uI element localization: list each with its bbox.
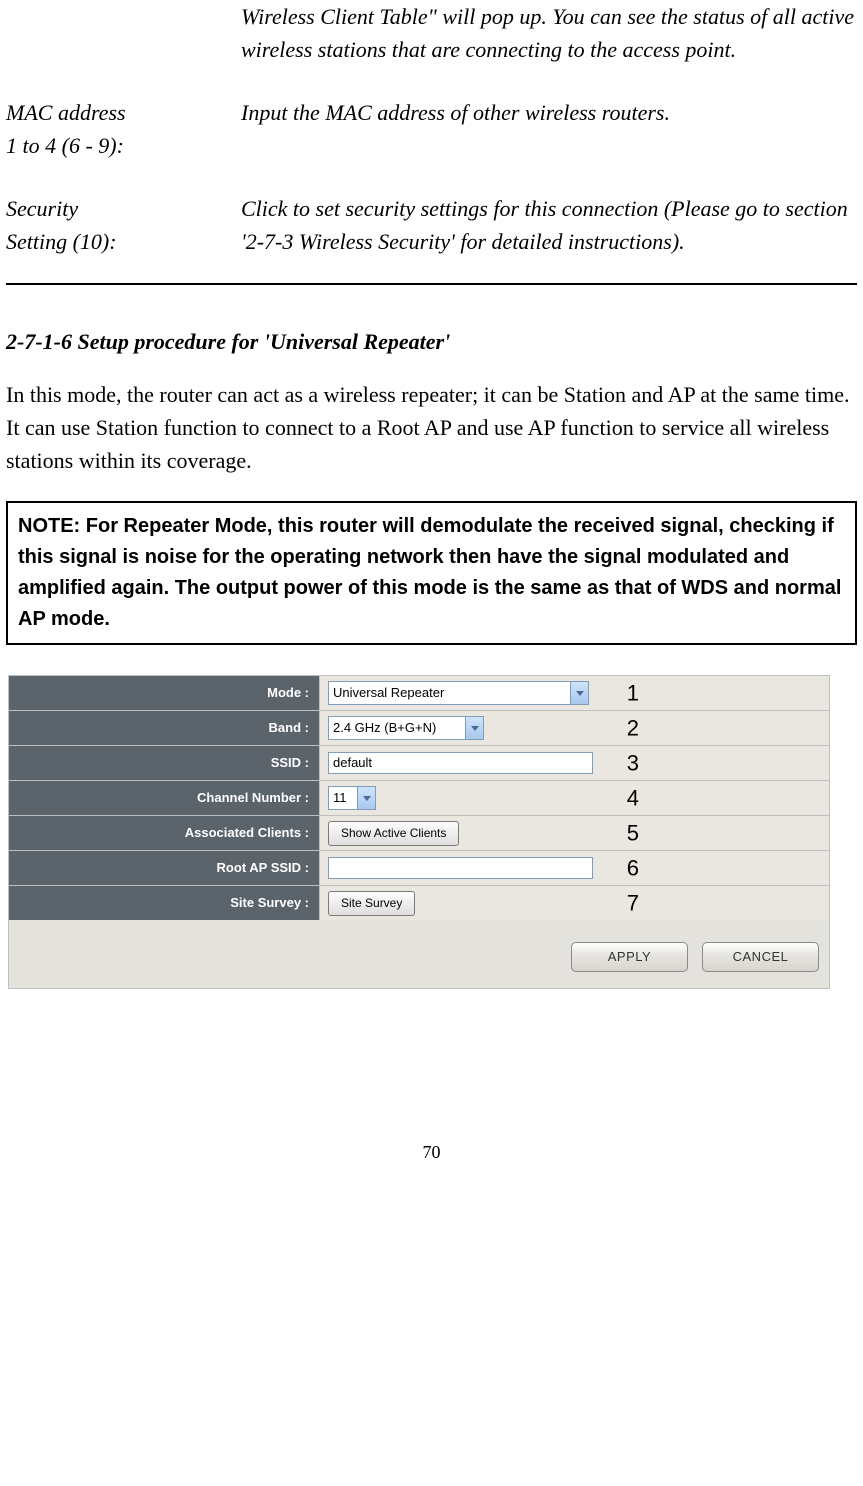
field-associated-clients: Show Active Clients 5 xyxy=(320,816,829,850)
section-divider xyxy=(6,283,857,285)
ssid-input-value: default xyxy=(333,753,372,773)
channel-select-chevron-down-icon[interactable] xyxy=(357,787,375,809)
field-channel: 11 4 xyxy=(320,781,829,815)
callout-7: 7 xyxy=(627,887,639,920)
band-select-chevron-down-icon[interactable] xyxy=(465,717,483,739)
band-select-value: 2.4 GHz (B+G+N) xyxy=(333,718,436,738)
intro-trailing-text: Wireless Client Table" will pop up. You … xyxy=(241,0,857,66)
field-band: 2.4 GHz (B+G+N) 2 xyxy=(320,711,829,745)
site-survey-button[interactable]: Site Survey xyxy=(328,891,415,916)
show-active-clients-label: Show Active Clients xyxy=(341,824,446,842)
apply-button[interactable]: APPLY xyxy=(571,942,688,972)
row-root-ap-ssid: Root AP SSID : 6 xyxy=(9,851,829,886)
mac-label: MAC address 1 to 4 (6 - 9): xyxy=(6,96,241,162)
router-settings-screenshot: Mode : Universal Repeater 1 Band : 2.4 G… xyxy=(8,675,830,989)
ssid-input[interactable]: default xyxy=(328,752,593,774)
show-active-clients-button[interactable]: Show Active Clients xyxy=(328,821,459,846)
cancel-button[interactable]: CANCEL xyxy=(702,942,819,972)
cancel-button-label: CANCEL xyxy=(733,947,789,967)
page-number: 70 xyxy=(6,1139,857,1166)
def-row-mac: MAC address 1 to 4 (6 - 9): Input the MA… xyxy=(6,96,857,162)
security-label-line1: Security xyxy=(6,196,78,221)
callout-2: 2 xyxy=(627,712,639,745)
def-row-security: Security Setting (10): Click to set secu… xyxy=(6,192,857,258)
def-row-intro-trailing: Wireless Client Table" will pop up. You … xyxy=(6,0,857,66)
mode-select-value: Universal Repeater xyxy=(333,683,444,703)
root-ap-ssid-input[interactable] xyxy=(328,857,593,879)
site-survey-label: Site Survey xyxy=(341,894,402,912)
callout-5: 5 xyxy=(627,817,639,850)
row-associated-clients: Associated Clients : Show Active Clients… xyxy=(9,816,829,851)
callout-6: 6 xyxy=(627,852,639,885)
mode-select-chevron-down-icon[interactable] xyxy=(570,682,588,704)
mac-text: Input the MAC address of other wireless … xyxy=(241,96,857,129)
label-root-ap-ssid: Root AP SSID : xyxy=(9,851,320,885)
channel-select-value: 11 xyxy=(333,788,347,808)
callout-1: 1 xyxy=(627,677,639,710)
row-channel: Channel Number : 11 4 xyxy=(9,781,829,816)
channel-select[interactable]: 11 xyxy=(328,786,376,810)
field-mode: Universal Repeater 1 xyxy=(320,676,829,710)
security-text: Click to set security settings for this … xyxy=(241,192,857,258)
label-site-survey: Site Survey : xyxy=(9,886,320,920)
row-mode: Mode : Universal Repeater 1 xyxy=(9,676,829,711)
apply-button-label: APPLY xyxy=(608,947,651,967)
definitions-block: Wireless Client Table" will pop up. You … xyxy=(6,0,857,258)
row-ssid: SSID : default 3 xyxy=(9,746,829,781)
field-site-survey: Site Survey 7 xyxy=(320,886,829,920)
mac-label-line2: 1 to 4 (6 - 9): xyxy=(6,133,124,158)
security-label-line2: Setting (10): xyxy=(6,229,117,254)
row-band: Band : 2.4 GHz (B+G+N) 2 xyxy=(9,711,829,746)
note-box: NOTE: For Repeater Mode, this router wil… xyxy=(6,501,857,645)
callout-4: 4 xyxy=(627,782,639,815)
section-title: 2-7-1-6 Setup procedure for 'Universal R… xyxy=(6,325,857,358)
label-associated-clients: Associated Clients : xyxy=(9,816,320,850)
mac-label-line1: MAC address xyxy=(6,100,126,125)
label-ssid: SSID : xyxy=(9,746,320,780)
footer-buttons: APPLY CANCEL xyxy=(9,920,829,988)
field-ssid: default 3 xyxy=(320,746,829,780)
security-label: Security Setting (10): xyxy=(6,192,241,258)
label-mode: Mode : xyxy=(9,676,320,710)
field-root-ap-ssid: 6 xyxy=(320,851,829,885)
band-select[interactable]: 2.4 GHz (B+G+N) xyxy=(328,716,484,740)
label-channel: Channel Number : xyxy=(9,781,320,815)
mode-select[interactable]: Universal Repeater xyxy=(328,681,589,705)
callout-3: 3 xyxy=(627,747,639,780)
body-paragraph: In this mode, the router can act as a wi… xyxy=(6,378,857,477)
label-band: Band : xyxy=(9,711,320,745)
row-site-survey: Site Survey : Site Survey 7 xyxy=(9,886,829,920)
